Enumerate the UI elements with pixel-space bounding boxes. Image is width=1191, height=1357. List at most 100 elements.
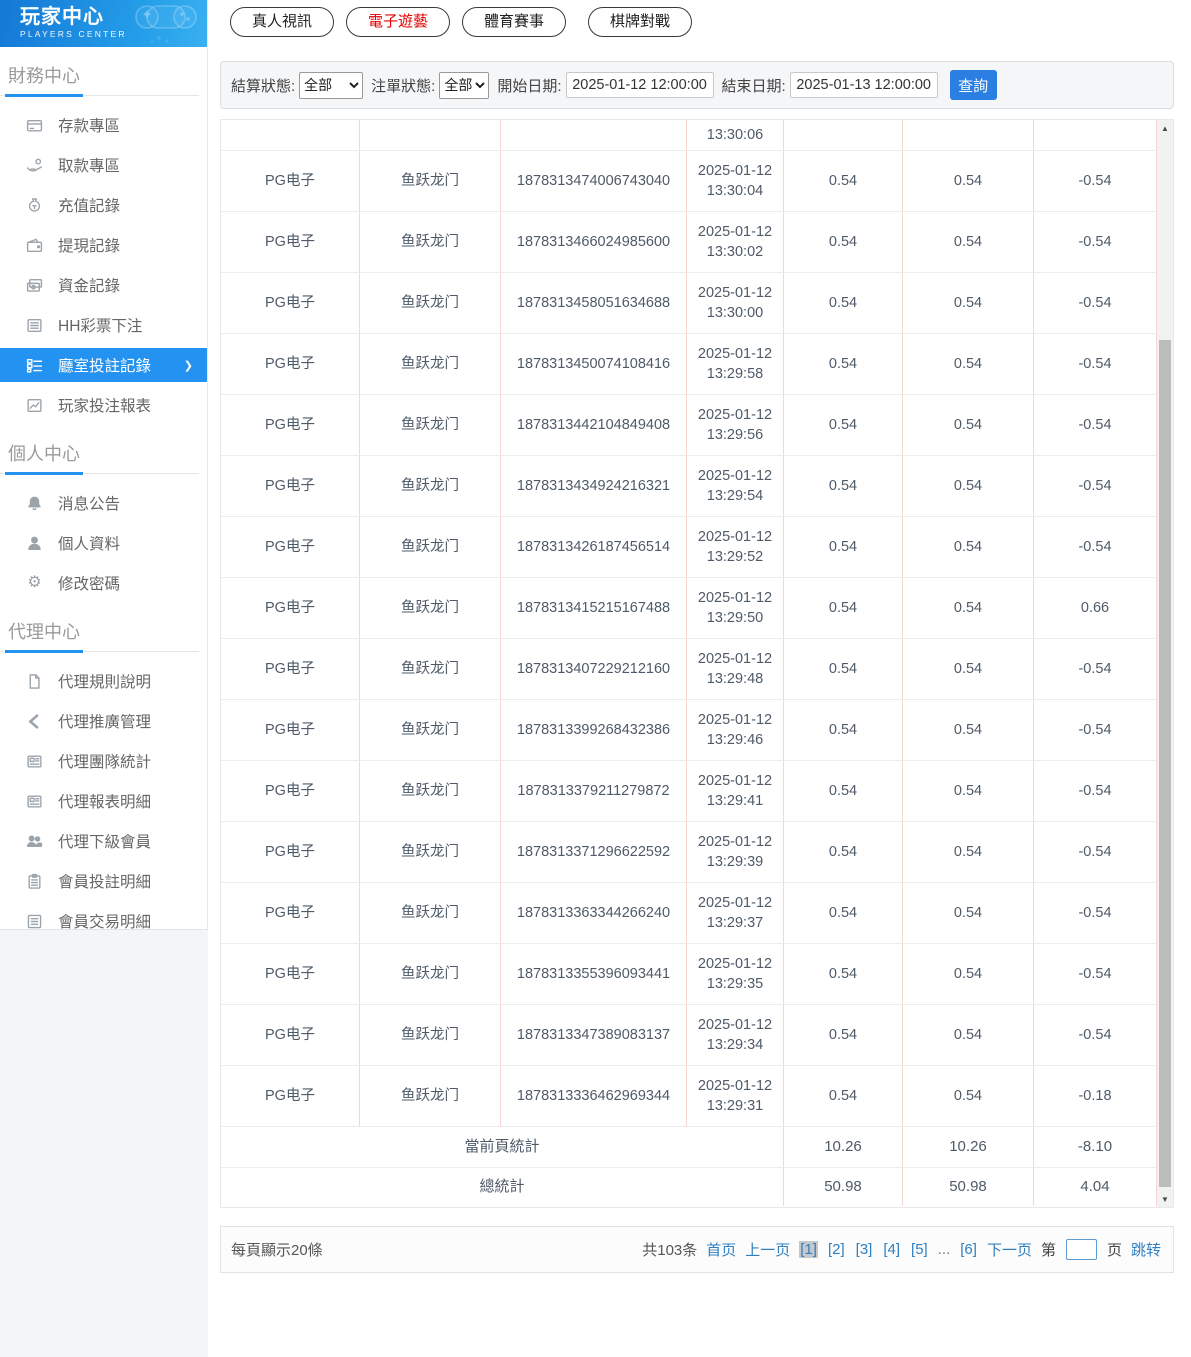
sidebar-item-member-bet-detail[interactable]: 會員投註明細	[0, 861, 207, 901]
sidebar-item-deposit-zone[interactable]: 存款專區	[0, 105, 207, 145]
sidebar-item-notices[interactable]: 消息公告	[0, 483, 207, 523]
sidebar-item-agent-team-stats[interactable]: 代理團隊統計	[0, 741, 207, 781]
settle-status-select[interactable]: 全部	[299, 71, 364, 99]
profit-cell: -0.54	[1034, 700, 1157, 761]
table-row: PG电子 鱼跃龙门 1878313442104849408 2025-01-12 13:…	[221, 395, 1157, 456]
platform-cell: PG电子	[221, 456, 360, 517]
sidebar-item-label: 提現記錄	[58, 238, 121, 255]
time-cell: 2025-01-12 13:30:04	[687, 151, 784, 212]
time-cell: 2025-01-12 13:29:50	[687, 578, 784, 639]
sidebar-item-hh-lottery-bets[interactable]: HH彩票下注	[0, 305, 207, 345]
sidebar-item-player-bet-report[interactable]: 玩家投注報表	[0, 385, 207, 425]
sidebar-item-label: 會員交易明細	[58, 914, 152, 931]
section-title: 代理中心	[8, 622, 80, 642]
game-cell: 鱼跃龙门	[360, 456, 501, 517]
page-link-3[interactable]: [3]	[855, 1241, 874, 1258]
order-status-select[interactable]: 全部	[439, 71, 490, 99]
scrollbar-thumb[interactable]	[1159, 340, 1171, 1187]
news-report-icon	[25, 753, 44, 770]
sidebar-item-withdrawal-records[interactable]: 提現記錄	[0, 225, 207, 265]
profit-cell: -0.54	[1034, 761, 1157, 822]
time-cell: 2025-01-12 13:29:37	[687, 883, 784, 944]
page-ellipsis: ...	[937, 1241, 951, 1258]
sidebar-item-label: 存款專區	[58, 118, 121, 135]
valid-bet-cell: 0.54	[903, 456, 1034, 517]
sidebar-item-funds-records[interactable]: 資金記錄	[0, 265, 207, 305]
end-date-label: 結束日期:	[721, 77, 786, 95]
page-link-5[interactable]: [5]	[910, 1241, 929, 1258]
sidebar-item-change-password[interactable]: ⚙ 修改密碼	[0, 563, 207, 603]
sidebar-item-agent-report-detail[interactable]: 代理報表明細	[0, 781, 207, 821]
sidebar-item-label: 代理下級會員	[58, 834, 152, 851]
sidebar-item-room-bet-records[interactable]: 廳室投註記錄 ❯	[0, 348, 207, 382]
table-row: PG电子 鱼跃龙门 1878313399268432386 2025-01-12 13:…	[221, 700, 1157, 761]
bet-cell: 10.26	[784, 1127, 903, 1168]
time-cell: 2025-01-12 13:29:54	[687, 456, 784, 517]
start-date-input[interactable]	[565, 72, 714, 98]
game-cell: 鱼跃龙门	[360, 334, 501, 395]
money-bag-icon	[25, 197, 44, 214]
page-link-2[interactable]: [2]	[827, 1241, 846, 1258]
lottery-list-icon	[25, 317, 44, 334]
jump-button[interactable]: 跳转	[1131, 1239, 1161, 1260]
platform-cell: PG电子	[221, 334, 360, 395]
banknotes-icon	[25, 277, 44, 294]
order-id-cell: 1878313355396093441	[501, 944, 687, 1005]
sidebar-item-agent-rules[interactable]: 代理規則說明	[0, 661, 207, 701]
room-bet-list-icon	[25, 357, 44, 374]
profit-cell: -0.54	[1034, 517, 1157, 578]
tab-sports[interactable]: 體育賽事	[462, 7, 567, 37]
page-link-4[interactable]: [4]	[882, 1241, 901, 1258]
section-underline	[0, 472, 199, 475]
report-chart-icon	[25, 397, 44, 414]
prev-page-link[interactable]: 上一页	[745, 1239, 790, 1260]
search-button[interactable]: 查詢	[949, 70, 997, 100]
scroll-up-icon[interactable]: ▲	[1157, 120, 1173, 136]
bet-records-table: 13:30:06 PG电子 鱼跃龙门 1878313474006743040 2025-…	[220, 119, 1174, 1208]
profit-cell: -0.54	[1034, 456, 1157, 517]
bet-cell: 0.54	[784, 944, 903, 1005]
jump-page-input[interactable]	[1065, 1239, 1097, 1260]
sidebar-item-withdraw-zone[interactable]: 取款專區	[0, 145, 207, 185]
tab-e-games[interactable]: 電子遊藝	[346, 7, 451, 37]
platform-cell	[221, 120, 360, 151]
tab-board-games[interactable]: 棋牌對戰	[588, 7, 693, 37]
valid-bet-cell: 0.54	[903, 761, 1034, 822]
bet-cell: 0.54	[784, 822, 903, 883]
profit-cell: -0.54	[1034, 639, 1157, 700]
vertical-scrollbar[interactable]: ▲ ▼	[1157, 120, 1173, 1207]
bet-cell: 0.54	[784, 1066, 903, 1127]
bet-cell: 0.54	[784, 334, 903, 395]
section-underline	[0, 94, 199, 97]
summary-label: 總統計	[221, 1168, 784, 1206]
table-row: PG电子 鱼跃龙门 1878313355396093441 2025-01-12 13:…	[221, 944, 1157, 1005]
first-page-link[interactable]: 首页	[706, 1239, 736, 1260]
order-id-cell: 1878313426187456514	[501, 517, 687, 578]
bet-cell: 0.54	[784, 151, 903, 212]
page-link-1[interactable]: [1]	[799, 1241, 818, 1258]
total-count-text: 共103条	[642, 1242, 698, 1259]
profit-cell: -0.54	[1034, 1005, 1157, 1066]
sidebar-item-recharge-records[interactable]: 充值記錄	[0, 185, 207, 225]
deposit-card-icon	[25, 117, 44, 134]
sidebar-item-agent-sub-members[interactable]: 代理下級會員	[0, 821, 207, 861]
bet-cell: 0.54	[784, 395, 903, 456]
profit-cell: -0.54	[1034, 334, 1157, 395]
end-date-input[interactable]	[789, 72, 938, 98]
page-link-6[interactable]: [6]	[959, 1241, 978, 1258]
profit-cell: 0.66	[1034, 578, 1157, 639]
game-cell	[360, 120, 501, 151]
bet-cell: 0.54	[784, 456, 903, 517]
order-id-cell: 1878313347389083137	[501, 1005, 687, 1066]
tab-live-video[interactable]: 真人視訊	[230, 7, 335, 37]
scroll-down-icon[interactable]: ▼	[1157, 1191, 1173, 1207]
sidebar-item-member-trade-detail[interactable]: 會員交易明細	[0, 901, 207, 941]
table-row: PG电子 鱼跃龙门 1878313347389083137 2025-01-12 13:…	[221, 1005, 1157, 1066]
valid-bet-cell: 0.54	[903, 1066, 1034, 1127]
game-cell: 鱼跃龙门	[360, 822, 501, 883]
sidebar-item-agent-promotion[interactable]: 代理推廣管理	[0, 701, 207, 741]
next-page-link[interactable]: 下一页	[987, 1239, 1032, 1260]
valid-bet-cell: 0.54	[903, 822, 1034, 883]
sidebar-item-profile[interactable]: 個人資料	[0, 523, 207, 563]
order-id-cell: 1878313407229212160	[501, 639, 687, 700]
